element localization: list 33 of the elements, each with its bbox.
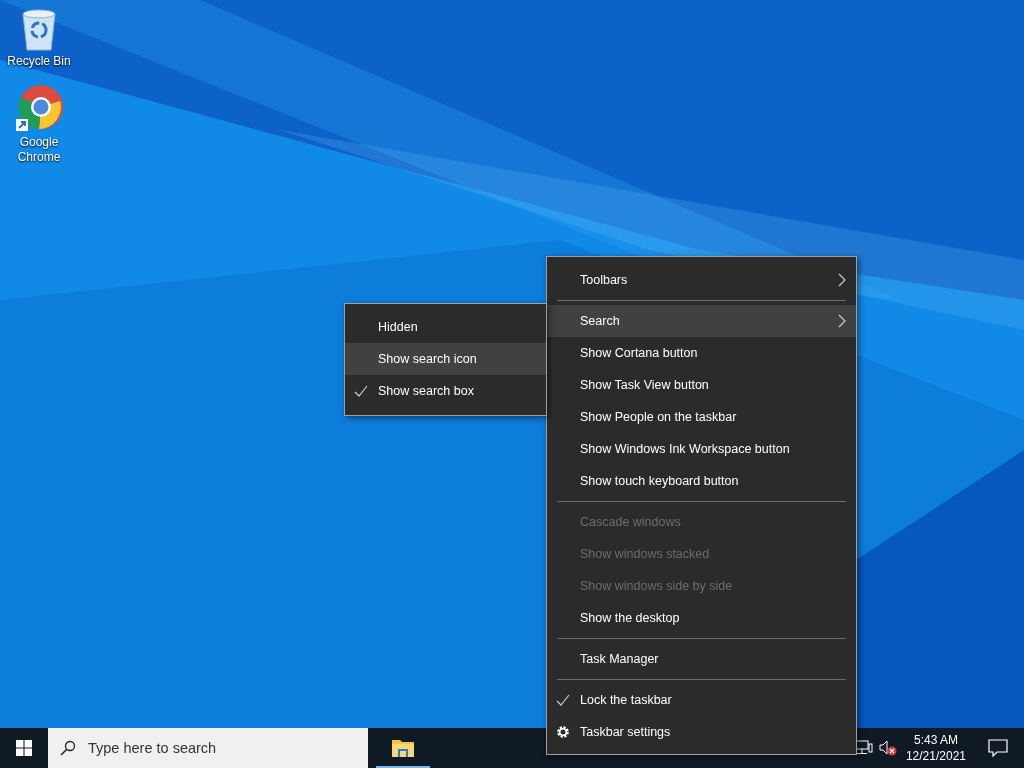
icon-label: Recycle Bin xyxy=(6,54,72,69)
notification-icon xyxy=(988,739,1008,757)
menu-item[interactable]: Show search icon xyxy=(345,343,546,375)
menu-item[interactable]: Show Windows Ink Workspace button xyxy=(547,433,856,465)
chevron-icon xyxy=(837,314,847,328)
settings-icon xyxy=(556,725,570,739)
desktop-icon[interactable]: Recycle Bin xyxy=(0,8,78,69)
menu-item[interactable]: Taskbar settings xyxy=(547,716,856,748)
clock[interactable]: 5:43 AM 12/21/2021 xyxy=(899,732,972,764)
desktop-icon[interactable]: Google Chrome xyxy=(0,85,78,165)
menu-item[interactable]: Search xyxy=(547,305,856,337)
folder-icon xyxy=(392,737,414,757)
menu-item[interactable]: Show the desktop xyxy=(547,602,856,634)
menu-item[interactable]: Show search box xyxy=(345,375,546,407)
network-icon xyxy=(854,740,873,756)
menu-item[interactable]: Show Task View button xyxy=(547,369,856,401)
search-field[interactable]: Type here to search xyxy=(48,728,368,768)
recycle-bin-icon xyxy=(19,8,59,52)
clock-date: 12/21/2021 xyxy=(905,748,966,764)
menu-item[interactable]: Show touch keyboard button xyxy=(547,465,856,497)
search-icon xyxy=(60,740,76,756)
chevron-icon xyxy=(837,273,847,287)
icon-label: Google Chrome xyxy=(16,135,62,165)
menu-item[interactable]: Lock the taskbar xyxy=(547,684,856,716)
menu-item[interactable]: Hidden xyxy=(345,311,546,343)
menu-item[interactable]: Toolbars xyxy=(547,264,856,296)
speaker-icon xyxy=(878,740,897,756)
menu-item[interactable]: Show Cortana button xyxy=(547,337,856,369)
clock-time: 5:43 AM xyxy=(912,732,959,748)
menu-item[interactable]: Show People on the taskbar xyxy=(547,401,856,433)
menu-item[interactable]: Task Manager xyxy=(547,643,856,675)
windows-icon xyxy=(16,740,32,756)
browser-icon xyxy=(15,85,63,133)
